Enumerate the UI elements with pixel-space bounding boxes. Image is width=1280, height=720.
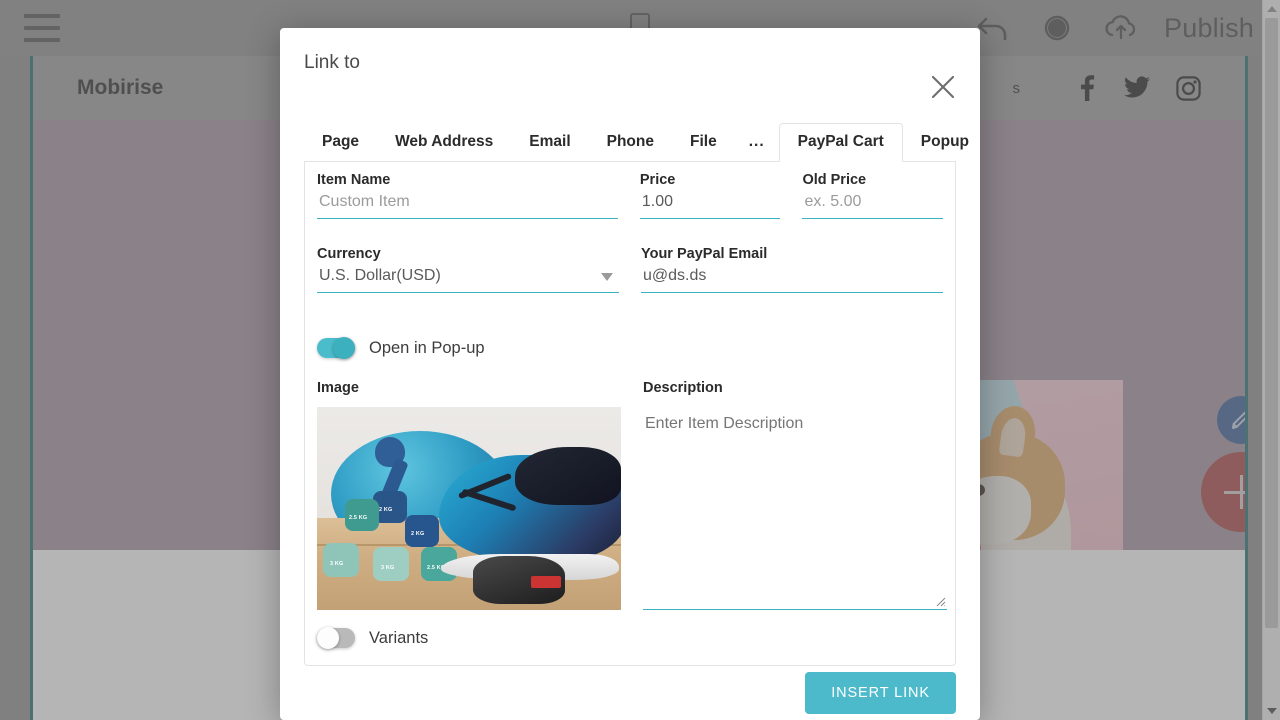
shoe-brand-tag	[531, 576, 561, 588]
tab-web-address[interactable]: Web Address	[377, 124, 511, 161]
paypal-cart-panel: Item Name Price Old Price Currency	[304, 162, 956, 666]
tab-more-overflow[interactable]: ...	[735, 124, 779, 161]
tab-file[interactable]: File	[672, 124, 735, 161]
toggle-knob	[317, 627, 339, 649]
currency-select[interactable]	[317, 262, 619, 293]
item-name-input[interactable]	[317, 188, 618, 219]
link-to-dialog: Link to Page Web Address Email Phone Fil…	[280, 28, 980, 720]
running-shoe-heel	[515, 447, 621, 505]
form-row-image-description: Image 2 KG 2 KG 2.5 KG 3 KG 3 KG 2.5 KG …	[317, 380, 947, 610]
description-textarea[interactable]	[643, 407, 947, 609]
price-input[interactable]	[639, 188, 781, 219]
tab-email[interactable]: Email	[511, 124, 588, 161]
price-group: Price	[639, 172, 781, 219]
description-label: Description	[643, 380, 723, 396]
paypal-email-label: Your PayPal Email	[641, 246, 768, 262]
image-group: Image 2 KG 2 KG 2.5 KG 3 KG 3 KG 2.5 KG	[317, 380, 621, 610]
form-row-pricing: Item Name Price Old Price	[317, 172, 943, 219]
dumbbell-mint2	[373, 547, 409, 581]
paypal-email-input[interactable]	[641, 262, 943, 293]
form-row-currency-email: Currency Your PayPal Email	[317, 246, 943, 293]
chevron-down-icon[interactable]	[601, 273, 613, 281]
item-name-label: Item Name	[317, 172, 391, 188]
tab-popup[interactable]: Popup	[903, 124, 987, 161]
product-image-preview[interactable]: 2 KG 2 KG 2.5 KG 3 KG 3 KG 2.5 KG	[317, 407, 621, 610]
old-price-input[interactable]	[802, 188, 943, 219]
tab-phone[interactable]: Phone	[589, 124, 672, 161]
dumbbell-weight-label: 3 KG	[330, 561, 344, 567]
variants-toggle[interactable]	[317, 627, 355, 649]
old-price-label: Old Price	[802, 172, 867, 188]
old-price-group: Old Price	[802, 172, 943, 219]
dumbbell-weight-label: 3 KG	[381, 565, 395, 571]
price-label: Price	[639, 172, 676, 188]
image-label: Image	[317, 380, 359, 396]
dumbbell-weight-label: 2 KG	[411, 531, 425, 537]
dumbbell-weight-label: 2 KG	[379, 507, 393, 513]
tab-page[interactable]: Page	[304, 124, 377, 161]
close-icon[interactable]	[928, 72, 958, 102]
open-in-popup-row: Open in Pop-up	[317, 337, 485, 359]
paypal-email-group: Your PayPal Email	[641, 246, 943, 293]
open-in-popup-toggle[interactable]	[317, 337, 355, 359]
description-box	[643, 407, 947, 610]
currency-label: Currency	[317, 246, 381, 262]
editor-root: Publish Mobirise s	[0, 0, 1280, 720]
insert-link-button[interactable]: INSERT LINK	[805, 672, 956, 714]
dialog-title: Link to	[304, 52, 360, 73]
variants-row: Variants	[317, 627, 429, 649]
currency-group: Currency	[317, 246, 619, 293]
description-group: Description	[643, 380, 947, 610]
open-in-popup-label: Open in Pop-up	[369, 338, 485, 357]
tab-paypal-cart[interactable]: PayPal Cart	[778, 123, 903, 162]
item-name-group: Item Name	[317, 172, 618, 219]
dumbbell-mint1	[323, 543, 359, 577]
variants-label: Variants	[369, 628, 429, 647]
dialog-tabs: Page Web Address Email Phone File ... Pa…	[304, 123, 969, 162]
dumbbell-weight-label: 2.5 KG	[349, 515, 368, 521]
toggle-knob	[333, 337, 355, 359]
